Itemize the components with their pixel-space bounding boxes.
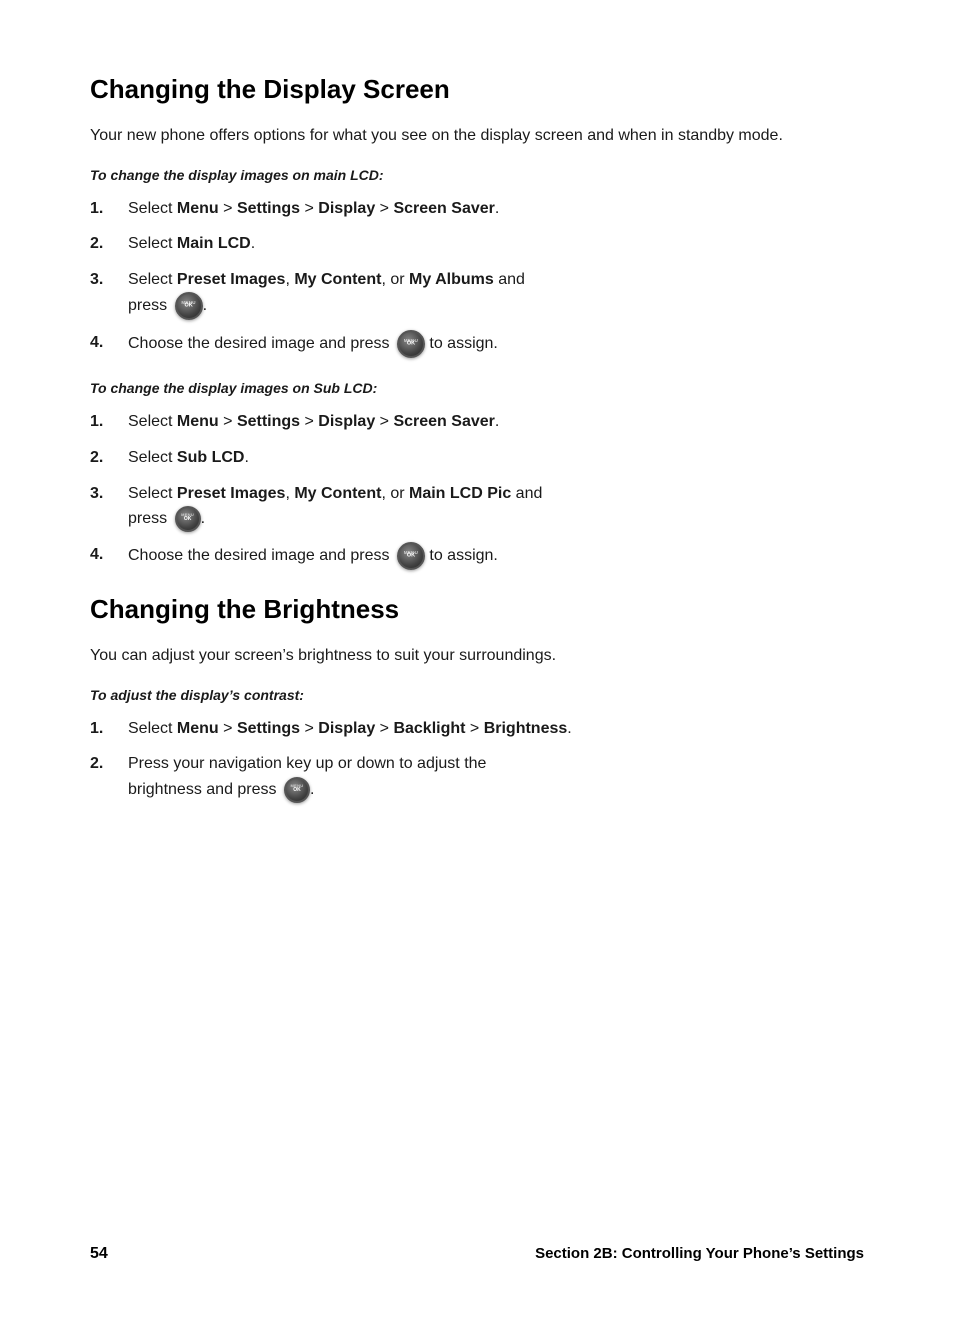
step-content: Select Menu > Settings > Display > Backl… bbox=[128, 716, 864, 742]
step-content: Select Sub LCD. bbox=[128, 445, 864, 471]
step-item: 2. Select Sub LCD. bbox=[90, 445, 864, 471]
step-number: 1. bbox=[90, 716, 128, 742]
steps-contrast: 1. Select Menu > Settings > Display > Ba… bbox=[90, 716, 864, 803]
ok-button-icon bbox=[397, 330, 425, 358]
ok-button-icon bbox=[175, 506, 201, 532]
step-item: 4. Choose the desired image and press to… bbox=[90, 542, 864, 570]
step-content: Select Preset Images, My Content, or Mai… bbox=[128, 481, 864, 533]
step-item: 3. Select Preset Images, My Content, or … bbox=[90, 267, 864, 321]
step-content: Select Menu > Settings > Display > Scree… bbox=[128, 409, 864, 435]
intro-brightness: You can adjust your screen’s brightness … bbox=[90, 643, 864, 669]
step-item: 2. Press your navigation key up or down … bbox=[90, 751, 864, 803]
ok-button-icon bbox=[175, 292, 203, 320]
step-content: Press your navigation key up or down to … bbox=[128, 751, 864, 803]
step-number: 3. bbox=[90, 267, 128, 293]
step-item: 1. Select Menu > Settings > Display > Sc… bbox=[90, 409, 864, 435]
content: Changing the Display Screen Your new pho… bbox=[90, 60, 864, 1222]
ok-button-icon bbox=[397, 542, 425, 570]
step-content: Select Main LCD. bbox=[128, 231, 864, 257]
step-item: 1. Select Menu > Settings > Display > Sc… bbox=[90, 196, 864, 222]
step-content: Choose the desired image and press to as… bbox=[128, 542, 864, 570]
step-item: 3. Select Preset Images, My Content, or … bbox=[90, 481, 864, 533]
step-content: Choose the desired image and press to as… bbox=[128, 330, 864, 358]
step-content: Select Menu > Settings > Display > Scree… bbox=[128, 196, 864, 222]
steps-sub-lcd: 1. Select Menu > Settings > Display > Sc… bbox=[90, 409, 864, 570]
subsection-sub-lcd: To change the display images on Sub LCD:… bbox=[90, 378, 864, 570]
page-footer: 54 Section 2B: Controlling Your Phone’s … bbox=[90, 1222, 864, 1276]
sublabel-sub-lcd: To change the display images on Sub LCD: bbox=[90, 378, 864, 399]
section-title-display: Changing the Display Screen bbox=[90, 70, 864, 109]
steps-main-lcd: 1. Select Menu > Settings > Display > Sc… bbox=[90, 196, 864, 359]
section-title-brightness: Changing the Brightness bbox=[90, 590, 864, 629]
step-number: 4. bbox=[90, 330, 128, 356]
step-number: 4. bbox=[90, 542, 128, 568]
ok-button-icon bbox=[284, 777, 310, 803]
step-number: 1. bbox=[90, 409, 128, 435]
step-number: 2. bbox=[90, 445, 128, 471]
step-number: 2. bbox=[90, 231, 128, 257]
step-item: 2. Select Main LCD. bbox=[90, 231, 864, 257]
section-brightness: Changing the Brightness You can adjust y… bbox=[90, 590, 864, 803]
step-number: 2. bbox=[90, 751, 128, 777]
step-item: 4. Choose the desired image and press to… bbox=[90, 330, 864, 358]
intro-display: Your new phone offers options for what y… bbox=[90, 123, 864, 149]
section-display-screen: Changing the Display Screen Your new pho… bbox=[90, 70, 864, 570]
page-number: 54 bbox=[90, 1242, 108, 1266]
sublabel-contrast: To adjust the display’s contrast: bbox=[90, 685, 864, 706]
subsection-main-lcd: To change the display images on main LCD… bbox=[90, 165, 864, 359]
step-number: 3. bbox=[90, 481, 128, 507]
step-number: 1. bbox=[90, 196, 128, 222]
sublabel-main-lcd: To change the display images on main LCD… bbox=[90, 165, 864, 186]
step-content: Select Preset Images, My Content, or My … bbox=[128, 267, 864, 321]
step-item: 1. Select Menu > Settings > Display > Ba… bbox=[90, 716, 864, 742]
page: Changing the Display Screen Your new pho… bbox=[0, 0, 954, 1336]
footer-section-label: Section 2B: Controlling Your Phone’s Set… bbox=[535, 1243, 864, 1266]
subsection-contrast: To adjust the display’s contrast: 1. Sel… bbox=[90, 685, 864, 803]
